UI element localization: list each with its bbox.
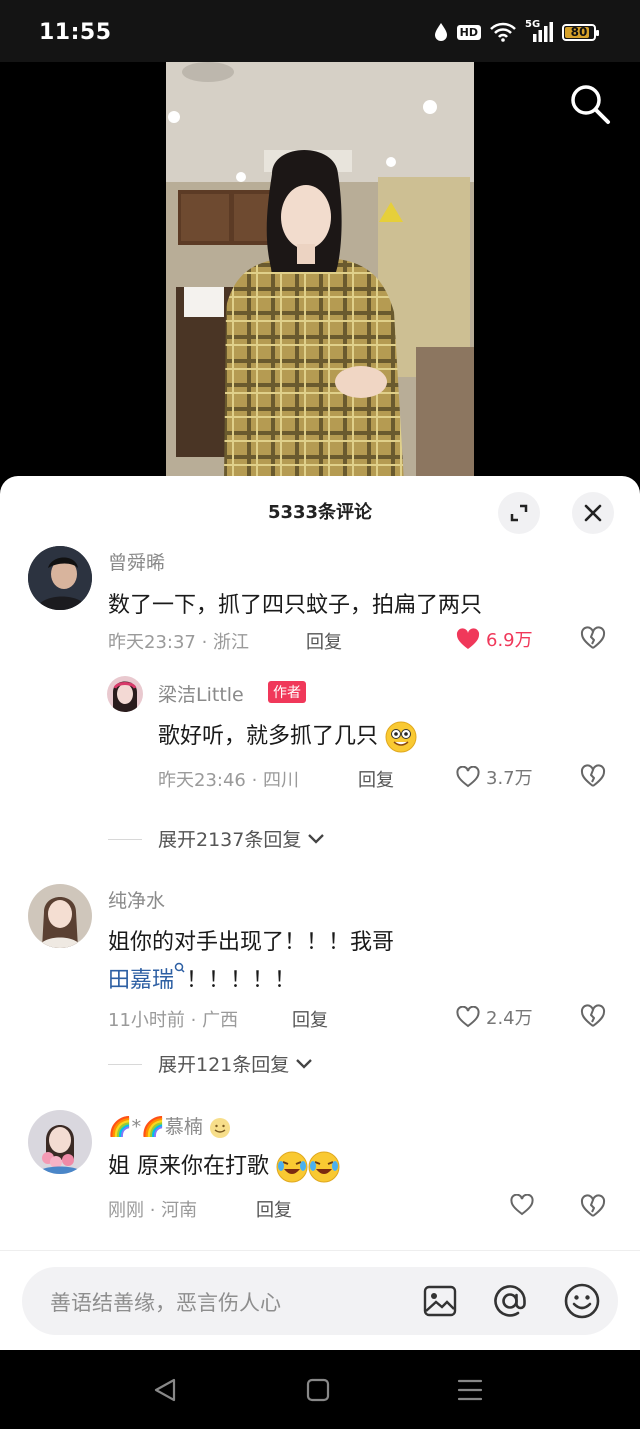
like-button[interactable] (510, 1194, 540, 1216)
status-bar: 11:55 HD 5G 80 (0, 0, 640, 62)
heart-outline-icon (456, 1006, 480, 1028)
dislike-button[interactable] (580, 626, 606, 652)
comment-input-bar (0, 1250, 640, 1351)
comment-text-line2: 田嘉瑞！！！！！ (108, 962, 296, 994)
comment-meta: 11小时前 · 广西 (108, 1010, 239, 1031)
chevron-down-icon (308, 833, 325, 844)
heart-outline-icon (456, 766, 480, 788)
dislike-button[interactable] (580, 764, 606, 790)
reply-text: 歌好听，就多抓了几只 (158, 718, 417, 753)
video-thumbnail-image (166, 62, 474, 482)
comment-meta: 刚刚 · 河南 (108, 1200, 198, 1221)
like-button[interactable]: 6.9万 (456, 626, 533, 652)
expand-replies-button[interactable]: 展开2137条回复 (158, 825, 325, 852)
status-icons: HD 5G 80 (434, 19, 599, 42)
broken-heart-icon (580, 626, 606, 649)
comment-meta: 昨天23:37 · 浙江 (108, 632, 250, 653)
reply-button[interactable]: 回复 (306, 628, 342, 654)
heart-outline-icon (510, 1194, 534, 1216)
like-button[interactable]: 3.7万 (456, 764, 533, 790)
comment-item: 曾舜晞 数了一下，抓了四只蚊子，拍扁了两只 昨天23:37 · 浙江 回复 6.… (0, 542, 640, 662)
video-frame[interactable] (166, 62, 474, 482)
dislike-button[interactable] (580, 1194, 606, 1220)
status-time: 11:55 (39, 20, 112, 45)
expand-replies-button[interactable]: 展开121条回复 (158, 1050, 313, 1077)
reply-item: 梁洁Little 作者 歌好听，就多抓了几只 昨天23:46 · 四川 回复 3… (0, 672, 640, 802)
nav-menu-button[interactable] (454, 1374, 486, 1406)
comment-text: 姐 原来你在打歌 (108, 1148, 340, 1183)
home-square-icon (306, 1378, 330, 1402)
reply-username[interactable]: 梁洁Little (158, 680, 244, 707)
like-count: 3.7万 (486, 768, 533, 789)
reply-button[interactable]: 回复 (358, 766, 394, 792)
signal-icon: 5G (525, 19, 553, 42)
battery-icon: 80 (562, 23, 599, 41)
broken-heart-icon (580, 764, 606, 787)
image-button[interactable] (420, 1281, 460, 1321)
avatar[interactable] (107, 676, 143, 712)
smile-emoji-icon (209, 1117, 230, 1138)
chevron-down-icon (296, 1058, 313, 1069)
like-count: 6.9万 (486, 630, 533, 651)
close-icon (584, 504, 602, 522)
close-button[interactable] (572, 492, 614, 534)
divider-line (108, 839, 142, 840)
divider-line (108, 1064, 142, 1065)
broken-heart-icon (580, 1194, 606, 1217)
dislike-button[interactable] (580, 1004, 606, 1030)
comment-input[interactable] (48, 1287, 382, 1319)
author-badge: 作者 (268, 681, 306, 703)
wifi-icon (490, 22, 516, 42)
avatar[interactable] (28, 884, 92, 948)
emoji-button[interactable] (562, 1281, 602, 1321)
comments-count-title: 5333条评论 (267, 502, 373, 523)
comment-username[interactable]: 纯净水 (108, 886, 165, 913)
nav-back-button[interactable] (150, 1374, 182, 1406)
comment-input-container[interactable] (22, 1267, 618, 1335)
at-icon (494, 1285, 526, 1317)
comment-username[interactable]: 曾舜晞 (108, 548, 165, 575)
like-count: 2.4万 (486, 1008, 533, 1029)
expand-icon (510, 504, 528, 522)
avatar[interactable] (28, 546, 92, 610)
like-button[interactable]: 2.4万 (456, 1004, 533, 1030)
search-icon (571, 85, 610, 124)
system-nav-bar (0, 1350, 640, 1429)
reply-button[interactable]: 回复 (256, 1196, 292, 1222)
nav-home-button[interactable] (302, 1374, 334, 1406)
back-triangle-icon (154, 1378, 176, 1402)
location-icon (434, 23, 447, 41)
comments-header: 5333条评论 (0, 476, 640, 542)
laugh-cry-emoji-icon (276, 1151, 308, 1183)
comment-text: 数了一下，抓了四只蚊子，拍扁了两只 (108, 593, 483, 618)
silly-face-emoji-icon (385, 721, 417, 753)
laugh-cry-emoji-icon (308, 1151, 340, 1183)
emoji-icon (564, 1283, 600, 1319)
hd-icon: HD (456, 24, 481, 40)
avatar[interactable] (28, 1110, 92, 1174)
expand-sheet-button[interactable] (498, 492, 540, 534)
search-button[interactable] (568, 82, 612, 126)
mention-button[interactable] (490, 1281, 530, 1321)
video-player[interactable] (0, 62, 640, 482)
reply-button[interactable]: 回复 (292, 1006, 328, 1032)
broken-heart-icon (580, 1004, 606, 1027)
comments-sheet: 5333条评论 曾舜晞 数了一下，抓了四只蚊子，拍扁了两只 昨天23:37 · … (0, 476, 640, 1350)
image-icon (423, 1285, 457, 1317)
heart-filled-icon (456, 628, 480, 649)
comment-item: 🌈*🌈慕楠 姐 原来你在打歌 刚刚 · 河南 回复 (0, 1106, 640, 1226)
menu-lines-icon (457, 1379, 483, 1401)
mention-link[interactable]: 田嘉瑞 (108, 968, 174, 993)
reply-meta: 昨天23:46 · 四川 (158, 770, 300, 791)
comment-item: 纯净水 姐你的对手出现了！！！我哥 田嘉瑞！！！！！ 11小时前 · 广西 回复… (0, 880, 640, 1040)
comment-username[interactable]: 🌈*🌈慕楠 (108, 1112, 231, 1139)
search-small-icon (174, 962, 185, 973)
comment-text: 姐你的对手出现了！！！我哥 (108, 930, 395, 955)
